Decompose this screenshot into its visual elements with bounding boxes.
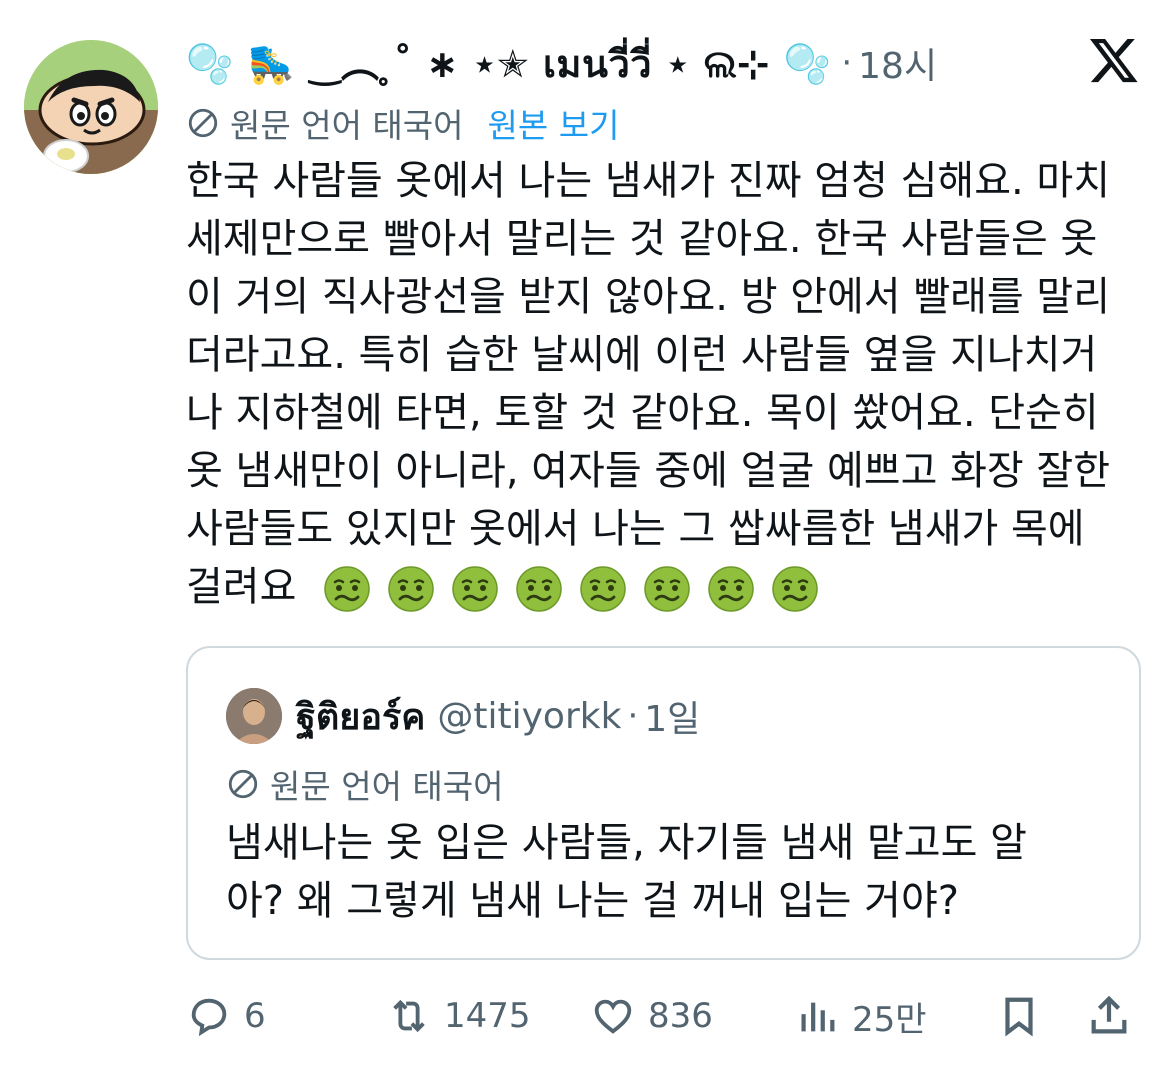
nauseated-face-emoji: [772, 566, 818, 612]
separator-dot: ·: [627, 696, 639, 736]
author-display-name[interactable]: 🫧 🛼 ‿︵ ̥˚ ∗ ⋆✭ เมนวี่วี่ ⋆ ଲ⊹ 🫧: [186, 33, 831, 94]
person-avatar-icon: [226, 688, 282, 744]
repost-count: 1475: [444, 996, 531, 1036]
post-text: 한국 사람들 옷에서 나는 냄새가 진짜 엄청 심해요. 마치 세제만으로 빨아…: [186, 152, 1136, 616]
post-text-last-line: 걸려요: [186, 558, 1136, 616]
post-text-last-words: 걸려요: [186, 564, 297, 610]
nauseated-face-emoji: [516, 566, 562, 612]
quoted-translation-label: 원문 언어 태국어: [270, 767, 504, 806]
show-original-link[interactable]: 원본 보기: [488, 99, 620, 147]
quoted-author-handle: @titiyorkk: [437, 695, 622, 737]
bookmark-button[interactable]: [996, 993, 1042, 1039]
translation-row: 원문 언어 태국어 원본 보기: [186, 100, 619, 146]
quoted-translation-row: 원문 언어 태국어: [226, 760, 504, 808]
reply-button[interactable]: 6: [186, 993, 266, 1039]
nauseated-face-emoji: [324, 566, 370, 612]
heart-icon: [594, 999, 632, 1034]
share-icon: [1091, 995, 1127, 1034]
repost-icon: [393, 999, 425, 1033]
separator-dot: ·: [841, 43, 853, 83]
translate-globe-icon: [188, 108, 218, 138]
post-text-line: 옷 냄새만이 아니라, 여자들 중에 얼굴 예쁘고 화장 잘한: [186, 448, 1111, 494]
quoted-post-text: 냄새나는 옷 입은 사람들, 자기들 냄새 맡고도 알 아? 왜 그렇게 냄새 …: [226, 814, 1106, 930]
like-count: 836: [648, 996, 713, 1036]
quoted-author-name: ฐิติยอร์ค: [296, 696, 426, 738]
quoted-author-avatar: [226, 688, 282, 744]
bookmark-icon: [1005, 997, 1033, 1037]
translate-globe-icon: [228, 769, 258, 799]
quoted-post[interactable]: ฐิติยอร์ค @titiyorkk · 1일 원문 언어 태국어 냄새나는…: [186, 646, 1141, 960]
post-text-line: 사람들도 있지만 옷에서 나는 그 쌉싸름한 냄새가 목에: [186, 506, 1085, 552]
cartoon-avatar-icon: [24, 40, 158, 174]
x-logo-icon[interactable]: [1088, 34, 1140, 86]
nauseated-face-emoji: [708, 566, 754, 612]
post-text-line: 나 지하철에 타면, 토할 것 같아요. 목이 쐈어요. 단순히: [186, 390, 1099, 436]
translation-label: 원문 언어 태국어: [230, 106, 464, 145]
action-bar: 6 1475 836 25만: [186, 988, 1142, 1044]
view-count: 25만: [852, 999, 927, 1040]
repost-button[interactable]: 1475: [386, 993, 531, 1039]
post-header: 🫧 🛼 ‿︵ ̥˚ ∗ ⋆✭ เมนวี่วี่ ⋆ ଲ⊹ 🫧 · 18시: [186, 28, 1130, 98]
post-text-line: 이 거의 직사광선을 받지 않아요. 방 안에서 빨래를 말리: [186, 274, 1111, 320]
post-text-line: 세제만으로 빨아서 말리는 것 같아요. 한국 사람들은 옷: [186, 216, 1098, 262]
nauseated-face-emoji: [388, 566, 434, 612]
quoted-text-line: 냄새나는 옷 입은 사람들, 자기들 냄새 맡고도 알: [226, 820, 1027, 866]
quoted-text-line: 아? 왜 그렇게 냄새 나는 걸 꺼내 입는 거야?: [226, 878, 959, 924]
reply-count: 6: [244, 996, 266, 1036]
post-text-line: 더라고요. 특히 습한 날씨에 이런 사람들 옆을 지나치거: [186, 332, 1098, 378]
quoted-post-header: ฐิติยอร์ค @titiyorkk · 1일: [226, 686, 700, 746]
post-text-line: 한국 사람들 옷에서 나는 냄새가 진짜 엄청 심해요. 마치: [186, 158, 1111, 204]
like-button[interactable]: 836: [590, 993, 713, 1039]
post-time[interactable]: 18시: [858, 37, 937, 89]
reply-icon: [191, 998, 227, 1037]
nauseated-face-emoji: [644, 566, 690, 612]
quoted-post-time: 1일: [644, 699, 701, 740]
analytics-icon: [801, 1002, 835, 1032]
views-button[interactable]: 25만: [794, 992, 927, 1041]
author-avatar[interactable]: [24, 40, 158, 174]
share-button[interactable]: [1086, 993, 1132, 1039]
nauseated-face-emoji: [580, 566, 626, 612]
emoji-row: [323, 565, 819, 613]
nauseated-face-emoji: [452, 566, 498, 612]
